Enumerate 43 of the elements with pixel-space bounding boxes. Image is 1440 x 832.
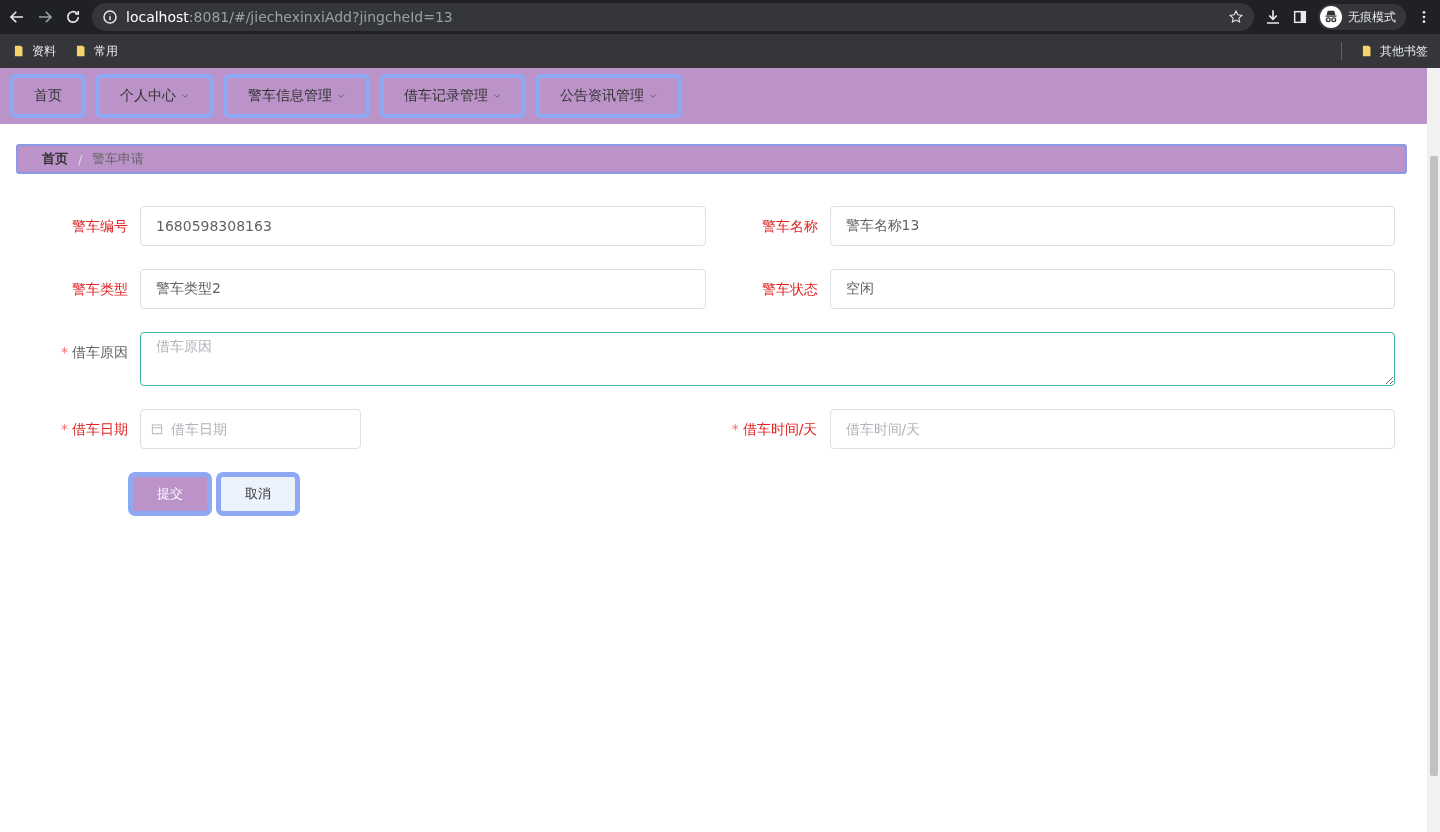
- side-panel-icon[interactable]: [1292, 9, 1308, 25]
- url-path: :8081/#/jiechexinxiAdd?jingcheId=13: [188, 9, 453, 25]
- forward-arrow-icon[interactable]: [36, 8, 54, 26]
- bookmark-folder[interactable]: 常用: [74, 42, 118, 60]
- back-arrow-icon[interactable]: [8, 8, 26, 26]
- bookmark-folder[interactable]: 资料: [12, 42, 56, 60]
- text-area[interactable]: 借车原因: [140, 332, 1395, 386]
- download-icon[interactable]: [1264, 8, 1282, 26]
- text-field[interactable]: 借车时间/天: [829, 409, 1395, 449]
- nav-menu-item[interactable]: 借车记录管理: [380, 74, 526, 118]
- field-label: 警车编号: [71, 217, 129, 236]
- text-field[interactable]: 警车名称13: [829, 206, 1395, 246]
- date-field[interactable]: 借车日期: [140, 409, 361, 449]
- scrollbar[interactable]: [1427, 68, 1440, 832]
- text-field[interactable]: 警车类型2: [140, 269, 706, 309]
- folder-icon: [1360, 44, 1374, 58]
- cancel-button[interactable]: 取消: [216, 472, 300, 516]
- field-label: 警车状态: [760, 280, 819, 299]
- text-field[interactable]: 空闲: [829, 269, 1395, 309]
- folder-icon: [12, 44, 26, 58]
- incognito-icon: [1320, 6, 1342, 28]
- calendar-icon: [150, 422, 164, 436]
- nav-menu-item[interactable]: 首页: [10, 74, 86, 118]
- nav-menu-item[interactable]: 公告资讯管理: [536, 74, 682, 118]
- breadcrumb-item: 警车申请: [92, 150, 145, 168]
- breadcrumb-item[interactable]: 首页: [42, 150, 68, 168]
- star-icon[interactable]: [1228, 9, 1244, 25]
- folder-icon: [74, 44, 88, 58]
- field-label: 警车名称: [760, 217, 819, 236]
- incognito-profile-button[interactable]: 无痕模式: [1318, 4, 1406, 30]
- address-bar[interactable]: localhost:8081/#/jiechexinxiAdd?jingcheId=13: [92, 3, 1254, 31]
- field-label: * 借车原因: [60, 343, 129, 362]
- url-host: localhost: [126, 9, 189, 25]
- info-icon[interactable]: [102, 9, 118, 25]
- text-field[interactable]: 1680598308163: [140, 206, 706, 246]
- field-label: * 借车时间/天: [730, 420, 819, 439]
- nav-menu-item[interactable]: 警车信息管理: [224, 74, 370, 118]
- field-label: 警车类型: [71, 280, 129, 299]
- bookmark-folder[interactable]: 其他书签: [1360, 42, 1428, 60]
- reload-icon[interactable]: [64, 8, 82, 26]
- breadcrumb-separator: /: [78, 151, 83, 167]
- field-label: * 借车日期: [60, 420, 129, 439]
- nav-menu-item[interactable]: 个人中心: [96, 74, 214, 118]
